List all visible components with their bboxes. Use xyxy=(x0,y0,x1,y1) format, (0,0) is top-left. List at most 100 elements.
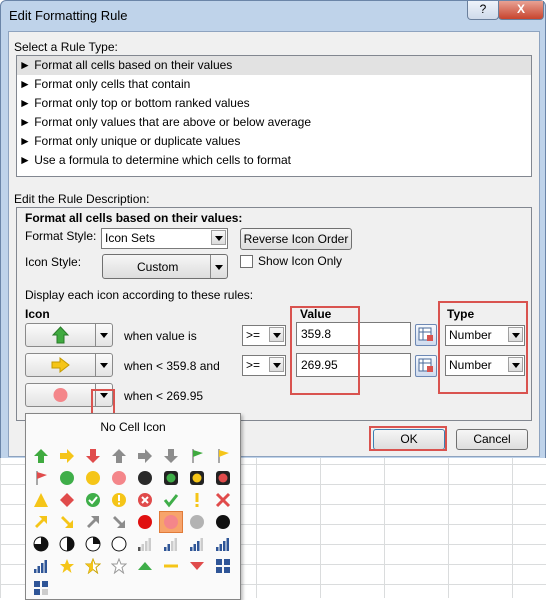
dialog-window: Edit Formatting Rule ? X Select a Rule T… xyxy=(0,0,546,460)
yellow-up-right-arrow-icon[interactable] xyxy=(30,512,52,532)
red-circle-icon[interactable] xyxy=(134,512,156,532)
red-x-circle-icon[interactable] xyxy=(134,490,156,510)
type-highlight-box xyxy=(438,301,528,394)
red-diamond-icon[interactable] xyxy=(56,490,78,510)
dialog-client-area: Select a Rule Type: ► Format all cells b… xyxy=(8,31,540,457)
cell-reference-icon[interactable] xyxy=(415,355,437,377)
rule-2-operator-select[interactable]: >= xyxy=(242,355,286,376)
show-icon-only-checkbox[interactable] xyxy=(240,255,253,268)
yellow-right-arrow-icon[interactable] xyxy=(56,446,78,466)
rule-type-heading: Select a Rule Type: xyxy=(14,40,118,54)
yellow-exclamation-icon[interactable] xyxy=(186,490,208,510)
close-button[interactable]: X xyxy=(498,1,544,20)
display-rules-label: Display each icon according to these rul… xyxy=(25,288,254,302)
boxes-partial-icon[interactable] xyxy=(30,578,52,598)
empty-circle-icon[interactable] xyxy=(108,534,130,554)
green-traffic-light-icon[interactable] xyxy=(160,468,182,488)
icon-style-select[interactable]: Custom xyxy=(102,254,228,279)
red-triangle-down-icon[interactable] xyxy=(186,556,208,576)
green-up-arrow-icon xyxy=(26,324,95,346)
green-circle-icon[interactable] xyxy=(56,468,78,488)
icon-select-rule-2[interactable] xyxy=(25,353,113,377)
format-style-select[interactable]: Icon Sets xyxy=(101,228,228,249)
signal-bars-1-icon[interactable] xyxy=(134,534,156,554)
light-red-circle-icon[interactable] xyxy=(108,468,130,488)
light-red-circle-icon xyxy=(26,384,95,406)
red-x-icon[interactable] xyxy=(212,490,234,510)
cell-reference-icon[interactable] xyxy=(415,324,437,346)
gray-up-right-arrow-icon[interactable] xyxy=(82,512,104,532)
red-traffic-light-icon[interactable] xyxy=(212,468,234,488)
rule-type-item[interactable]: ► Format only top or bottom ranked value… xyxy=(17,94,531,113)
rule-2-condition: when < 359.8 and xyxy=(124,359,220,373)
rule-1-operator: >= xyxy=(246,328,261,342)
rule-type-item[interactable]: ► Use a formula to determine which cells… xyxy=(17,151,531,170)
rule-2-operator: >= xyxy=(246,358,261,372)
no-cell-icon-option[interactable]: No Cell Icon xyxy=(26,420,240,434)
yellow-dash-icon[interactable] xyxy=(160,556,182,576)
signal-bars-full-icon[interactable] xyxy=(30,556,52,576)
ok-highlight-box xyxy=(369,426,447,451)
gray-down-right-arrow-icon[interactable] xyxy=(108,512,130,532)
green-flag-icon[interactable] xyxy=(186,446,208,466)
help-button[interactable]: ? xyxy=(467,1,499,20)
rule-type-item[interactable]: ► Format only cells that contain xyxy=(17,75,531,94)
icon-style-value: Custom xyxy=(137,260,179,274)
yellow-right-arrow-icon xyxy=(26,354,95,376)
red-down-arrow-icon[interactable] xyxy=(82,446,104,466)
chevron-down-icon[interactable] xyxy=(269,357,284,372)
icon-column-header: Icon xyxy=(25,307,50,321)
chevron-down-icon[interactable] xyxy=(211,230,226,245)
green-triangle-up-icon[interactable] xyxy=(134,556,156,576)
icon-select-rule-1[interactable] xyxy=(25,323,113,347)
signal-bars-4-icon[interactable] xyxy=(212,534,234,554)
icon-picker-popup: No Cell Icon xyxy=(25,413,241,600)
signal-bars-2-icon[interactable] xyxy=(160,534,182,554)
gray-right-arrow-icon[interactable] xyxy=(134,446,156,466)
yellow-flag-icon[interactable] xyxy=(212,446,234,466)
gray-down-arrow-icon[interactable] xyxy=(160,446,182,466)
title-bar[interactable]: Edit Formatting Rule ? X xyxy=(1,1,546,31)
rule-type-item[interactable]: ► Format all cells based on their values xyxy=(17,56,531,75)
black-circle-icon[interactable] xyxy=(212,512,234,532)
green-check-icon[interactable] xyxy=(160,490,182,510)
yellow-exclamation-circle-icon[interactable] xyxy=(108,490,130,510)
rule-type-list[interactable]: ► Format all cells based on their values… xyxy=(16,55,532,177)
gold-star-icon[interactable] xyxy=(56,556,78,576)
half-circle-icon[interactable] xyxy=(56,534,78,554)
quarter-circle-icon[interactable] xyxy=(82,534,104,554)
green-check-circle-icon[interactable] xyxy=(82,490,104,510)
cancel-button[interactable]: Cancel xyxy=(456,429,528,450)
yellow-circle-icon[interactable] xyxy=(82,468,104,488)
value-highlight-box xyxy=(290,306,360,395)
reverse-icon-order-button[interactable]: Reverse Icon Order xyxy=(240,228,352,250)
description-subheading: Format all cells based on their values: xyxy=(25,211,243,225)
icon-style-label: Icon Style: xyxy=(25,255,82,269)
yellow-traffic-light-icon[interactable] xyxy=(186,468,208,488)
yellow-down-right-arrow-icon[interactable] xyxy=(56,512,78,532)
green-up-arrow-icon[interactable] xyxy=(30,446,52,466)
rule-description-heading: Edit the Rule Description: xyxy=(14,192,150,206)
rule-1-operator-select[interactable]: >= xyxy=(242,325,286,346)
light-red-circle-selected-icon[interactable] xyxy=(159,511,183,533)
rule-3-condition: when < 269.95 xyxy=(124,389,204,403)
format-style-label: Format Style: xyxy=(25,229,97,243)
red-flag-icon[interactable] xyxy=(30,468,52,488)
gray-circle-icon[interactable] xyxy=(186,512,208,532)
rule-type-item[interactable]: ► Format only unique or duplicate values xyxy=(17,132,531,151)
empty-star-icon[interactable] xyxy=(108,556,130,576)
icon-dropdown-highlight-box xyxy=(91,389,115,415)
rule-type-item[interactable]: ► Format only values that are above or b… xyxy=(17,113,531,132)
half-star-icon[interactable] xyxy=(82,556,104,576)
three-quarter-circle-icon[interactable] xyxy=(30,534,52,554)
gray-up-arrow-icon[interactable] xyxy=(108,446,130,466)
chevron-down-icon[interactable] xyxy=(269,327,284,342)
black-circle-icon[interactable] xyxy=(134,468,156,488)
chevron-down-icon[interactable] xyxy=(210,255,227,278)
blue-boxes-icon[interactable] xyxy=(212,556,234,576)
yellow-triangle-icon[interactable] xyxy=(30,490,52,510)
chevron-down-icon[interactable] xyxy=(95,324,112,346)
format-style-value: Icon Sets xyxy=(105,231,156,245)
signal-bars-3-icon[interactable] xyxy=(186,534,208,554)
chevron-down-icon[interactable] xyxy=(95,354,112,376)
